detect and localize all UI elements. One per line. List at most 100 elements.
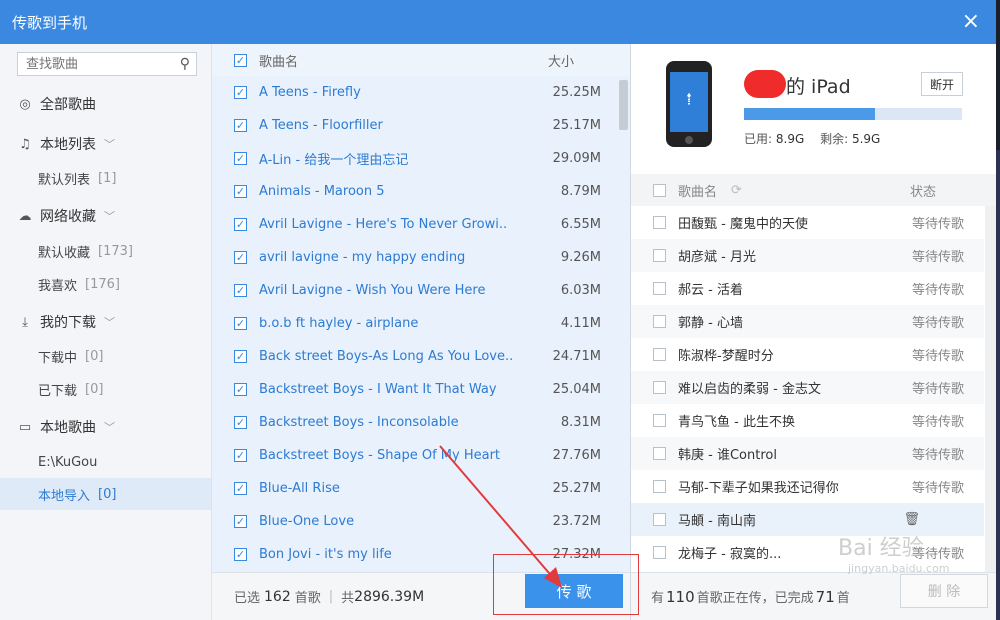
- nav-all-songs-label: 全部歌曲: [40, 97, 96, 113]
- nav-all-songs[interactable]: ◎ 全部歌曲: [0, 88, 211, 120]
- delete-button[interactable]: 删 除: [900, 574, 988, 608]
- song-size: 29.09M: [552, 151, 601, 166]
- device-song-checkbox[interactable]: [653, 315, 666, 328]
- chevron-down-icon[interactable]: ﹀: [104, 136, 115, 152]
- nav-kugou-folder[interactable]: E:\KuGou: [0, 446, 211, 478]
- song-row[interactable]: ✓ avril lavigne - my happy ending 9.26M: [212, 241, 617, 274]
- song-checkbox[interactable]: ✓: [234, 251, 247, 264]
- song-row[interactable]: ✓ A Teens - Firefly 25.25M: [212, 76, 617, 109]
- annotation-highlight-box: [493, 554, 639, 615]
- chevron-down-icon[interactable]: ﹀: [104, 419, 115, 435]
- selected-suffix: 首歌: [294, 591, 321, 606]
- nav-downloads[interactable]: ⤓ 我的下载 ﹀: [0, 306, 211, 338]
- search-icon[interactable]: ⚲: [180, 56, 190, 72]
- device-song-checkbox[interactable]: [653, 513, 666, 526]
- select-all-checkbox[interactable]: ✓: [234, 53, 247, 67]
- song-row[interactable]: ✓ Back street Boys-As Long As You Love.. 2…: [212, 340, 617, 373]
- song-row[interactable]: ✓ Avril Lavigne - Wish You Were Here 6.03M: [212, 274, 617, 307]
- nav-item-label: 我喜欢: [38, 278, 78, 294]
- nav-local-songs[interactable]: ▭ 本地歌曲 ﹀: [0, 411, 211, 443]
- song-row[interactable]: ✓ Blue-One Love 23.72M: [212, 505, 617, 538]
- song-row[interactable]: ✓ A Teens - Floorfiller 25.17M: [212, 109, 617, 142]
- refresh-icon[interactable]: ⟳: [731, 183, 742, 198]
- nav-cloud-fav[interactable]: ☁ 网络收藏 ﹀: [0, 200, 211, 232]
- trash-icon[interactable]: 🗑: [903, 512, 920, 527]
- song-checkbox[interactable]: ✓: [234, 218, 247, 231]
- device-song-row[interactable]: 胡彦斌 - 月光 等待传歌: [631, 239, 984, 272]
- song-checkbox[interactable]: ✓: [234, 185, 247, 198]
- redaction-mark: [744, 70, 786, 98]
- storage-bar-fill: [744, 108, 875, 120]
- song-row[interactable]: ✓ Backstreet Boys - I Want It That Way 25.…: [212, 373, 617, 406]
- nav-default-list[interactable]: 默认列表 [1]: [0, 162, 211, 194]
- device-song-checkbox[interactable]: [653, 381, 666, 394]
- device-column-name: 歌曲名: [678, 184, 718, 200]
- device-song-row[interactable]: 韩庚 - 谁Control 等待传歌: [631, 437, 984, 470]
- nav-my-likes[interactable]: 我喜欢 [176]: [0, 268, 211, 300]
- song-row[interactable]: ✓ A-Lin - 给我一个理由忘记 29.09M: [212, 142, 617, 175]
- nav-downloading[interactable]: 下载中 [0]: [0, 340, 211, 372]
- nav-local-import[interactable]: 本地导入 [0]: [0, 478, 211, 510]
- song-checkbox[interactable]: ✓: [234, 548, 247, 561]
- song-checkbox[interactable]: ✓: [234, 515, 247, 528]
- nav-downloaded[interactable]: 已下载 [0]: [0, 373, 211, 405]
- song-name: avril lavigne - my happy ending: [259, 250, 466, 265]
- nav-item-label: 默认收藏: [38, 245, 91, 261]
- song-checkbox[interactable]: ✓: [234, 383, 247, 396]
- free-label: 剩余:: [820, 132, 849, 146]
- device-song-status: 等待传歌: [911, 481, 964, 496]
- sidebar: ⚲ ◎ 全部歌曲 ♫ 本地列表 ﹀ 默认列表 [1] ☁ 网络收藏 ﹀ 默认收藏…: [0, 44, 212, 620]
- nav-item-label: 下载中: [38, 350, 78, 366]
- song-checkbox[interactable]: ✓: [234, 152, 247, 165]
- device-song-row[interactable]: 陈淑桦-梦醒时分 等待传歌: [631, 338, 984, 371]
- song-size: 4.11M: [560, 316, 601, 331]
- scrollbar-thumb[interactable]: [619, 80, 628, 130]
- song-checkbox[interactable]: ✓: [234, 86, 247, 99]
- footer-prefix: 有: [651, 591, 665, 606]
- device-song-row[interactable]: 难以启齿的柔弱 - 金志文 等待传歌: [631, 371, 984, 404]
- nav-local-list[interactable]: ♫ 本地列表 ﹀: [0, 128, 211, 160]
- song-row[interactable]: ✓ Blue-All Rise 25.27M: [212, 472, 617, 505]
- song-checkbox[interactable]: ✓: [234, 284, 247, 297]
- song-checkbox[interactable]: ✓: [234, 416, 247, 429]
- device-song-checkbox[interactable]: [653, 216, 666, 229]
- close-icon[interactable]: ×: [958, 11, 984, 33]
- song-row[interactable]: ✓ b.o.b ft hayley - airplane 4.11M: [212, 307, 617, 340]
- search-input[interactable]: [24, 55, 178, 73]
- device-song-row[interactable]: 青鸟飞鱼 - 此生不换 等待传歌: [631, 404, 984, 437]
- nav-item-count: [0]: [85, 381, 104, 397]
- device-song-checkbox[interactable]: [653, 546, 666, 559]
- song-checkbox[interactable]: ✓: [234, 449, 247, 462]
- device-song-checkbox[interactable]: [653, 414, 666, 427]
- transfer-dialog: 传歌到手机 × ⚲ ◎ 全部歌曲 ♫ 本地列表 ﹀ 默认列表 [1] ☁ 网络收…: [0, 0, 996, 620]
- device-scrollbar[interactable]: [985, 206, 996, 572]
- device-song-checkbox[interactable]: [653, 447, 666, 460]
- device-song-row[interactable]: 郭静 - 心墙 等待传歌: [631, 305, 984, 338]
- song-checkbox[interactable]: ✓: [234, 317, 247, 330]
- device-song-row[interactable]: 马郁-下辈子如果我还记得你 等待传歌: [631, 470, 984, 503]
- device-song-checkbox[interactable]: [653, 282, 666, 295]
- device-select-all-checkbox[interactable]: [653, 183, 666, 197]
- device-song-checkbox[interactable]: [653, 249, 666, 262]
- song-size: 9.26M: [560, 250, 601, 265]
- song-row[interactable]: ✓ Avril Lavigne - Here's To Never Growi..…: [212, 208, 617, 241]
- device-song-name: 难以启齿的柔弱 - 金志文: [678, 382, 821, 397]
- chevron-down-icon[interactable]: ﹀: [104, 208, 115, 224]
- song-list-panel: ✓ 歌曲名 大小 ✓ A Teens - Firefly 25.25M ✓ A Teen…: [212, 44, 631, 620]
- device-song-checkbox[interactable]: [653, 348, 666, 361]
- nav-default-fav[interactable]: 默认收藏 [173]: [0, 235, 211, 267]
- song-row[interactable]: ✓ Backstreet Boys - Inconsolable 8.31M: [212, 406, 617, 439]
- disconnect-button[interactable]: 断开: [921, 72, 963, 96]
- disc-icon: ◎: [19, 96, 31, 112]
- device-song-row[interactable]: 田馥甄 - 魔鬼中的天使 等待传歌: [631, 206, 984, 239]
- device-song-row[interactable]: 郝云 - 活着 等待传歌: [631, 272, 984, 305]
- search-box[interactable]: ⚲: [17, 52, 197, 76]
- song-row[interactable]: ✓ Animals - Maroon 5 8.79M: [212, 175, 617, 208]
- song-row[interactable]: ✓ Backstreet Boys - Shape Of My Heart 27.7…: [212, 439, 617, 472]
- chevron-down-icon[interactable]: ﹀: [104, 314, 115, 330]
- song-checkbox[interactable]: ✓: [234, 350, 247, 363]
- song-checkbox[interactable]: ✓: [234, 482, 247, 495]
- device-song-checkbox[interactable]: [653, 480, 666, 493]
- monitor-icon: ▭: [18, 419, 32, 435]
- song-checkbox[interactable]: ✓: [234, 119, 247, 132]
